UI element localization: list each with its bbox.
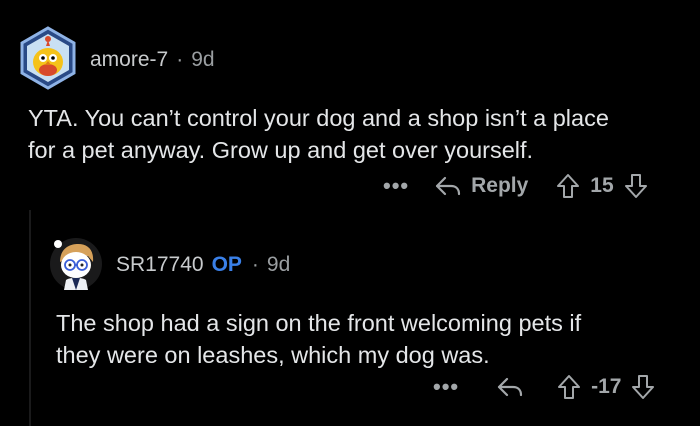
downvote-button[interactable]: [624, 173, 648, 199]
separator-dot: ·: [251, 253, 259, 276]
comment-body: YTA. You can’t control your dog and a sh…: [28, 105, 609, 163]
comment-age: 9d: [266, 253, 291, 276]
upvote-button[interactable]: [557, 374, 581, 400]
reply-arrow-icon: [436, 176, 461, 196]
avatar[interactable]: [48, 236, 104, 292]
vote-score: 15: [590, 174, 614, 197]
upvote-button[interactable]: [556, 173, 580, 199]
comment-author[interactable]: amore-7: [90, 48, 168, 72]
user-avatar-icon: [50, 238, 102, 290]
avatar[interactable]: [16, 26, 80, 90]
comment-body: The shop had a sign on the front welcomi…: [56, 310, 582, 368]
downvote-button[interactable]: [631, 374, 655, 400]
comment-author[interactable]: SR17740: [116, 253, 204, 277]
reply-label: Reply: [471, 174, 529, 197]
downvote-arrow-icon: [624, 174, 647, 198]
comment-age: 9d: [191, 48, 215, 71]
reply-button[interactable]: [497, 376, 523, 398]
thread-line[interactable]: [29, 210, 31, 426]
upvote-arrow-icon: [557, 174, 580, 198]
vote-score: -17: [591, 375, 622, 398]
op-badge: OP: [211, 253, 242, 276]
upvote-arrow-icon: [558, 375, 581, 399]
more-options-button[interactable]: •••: [383, 173, 409, 199]
reply-arrow-icon: [498, 377, 523, 397]
more-options-button[interactable]: •••: [433, 374, 459, 400]
separator-dot: ·: [176, 48, 184, 71]
user-avatar-icon: [20, 26, 76, 90]
reply-button[interactable]: Reply: [435, 174, 528, 198]
downvote-arrow-icon: [632, 375, 655, 399]
